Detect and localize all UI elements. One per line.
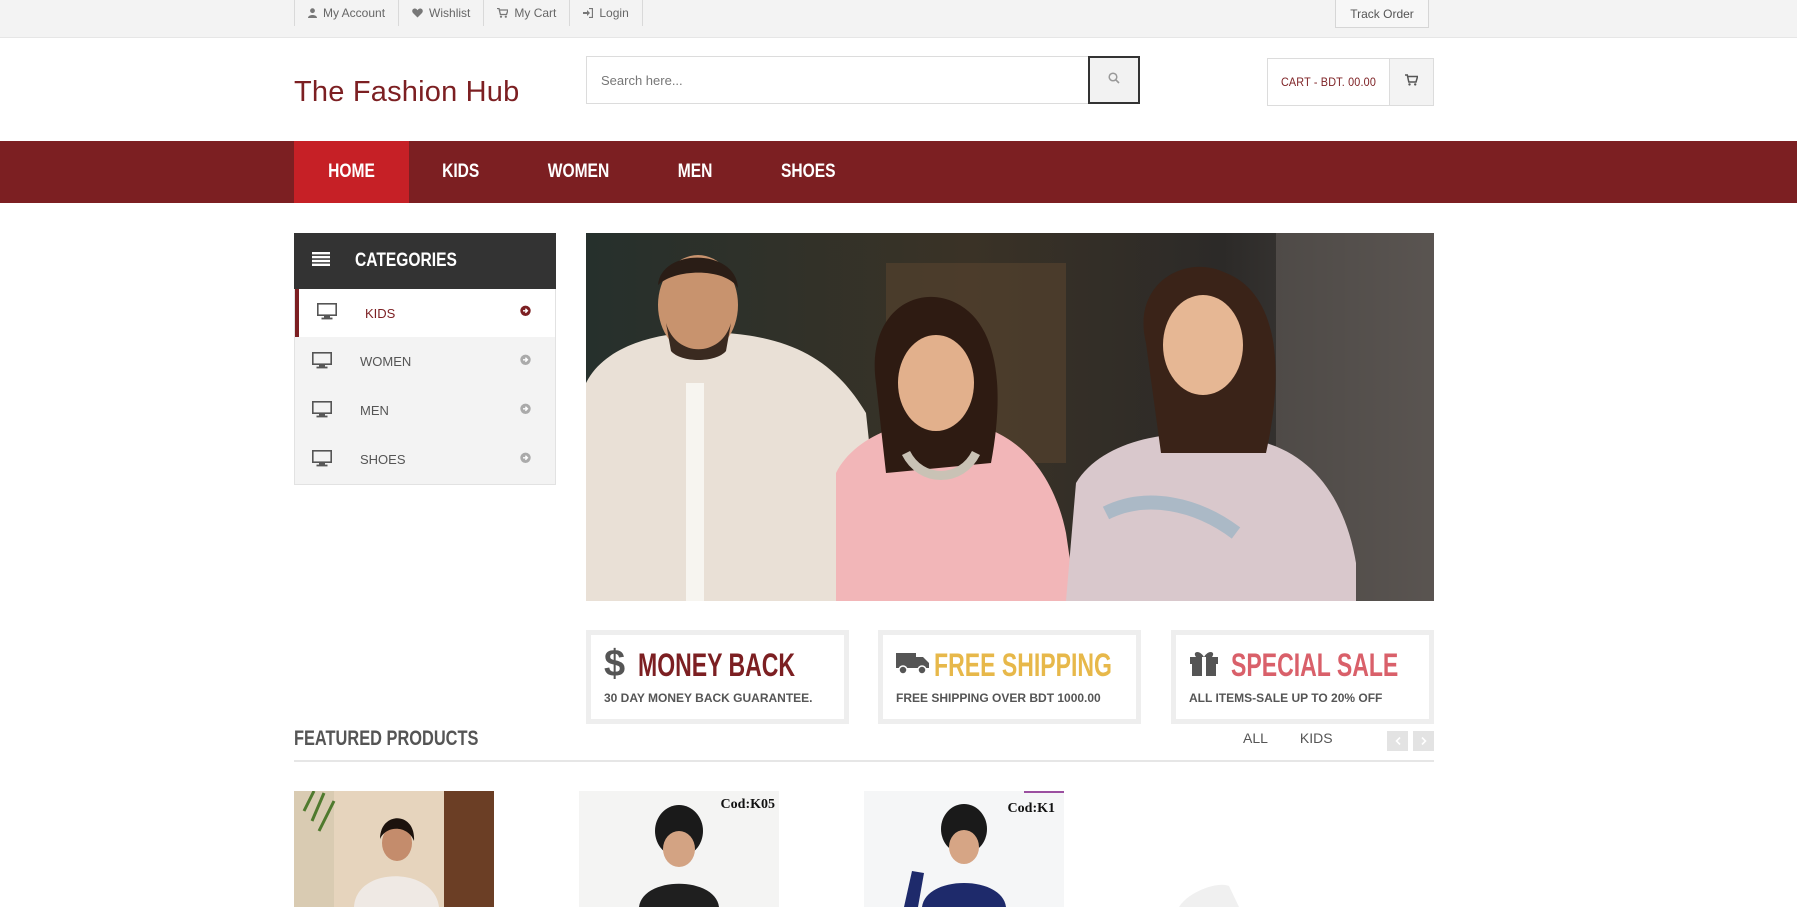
wishlist-link[interactable]: Wishlist	[398, 0, 483, 26]
feature-box-free-shipping: FREE SHIPPING FREE SHIPPING OVER BDT 100…	[878, 630, 1141, 724]
product-image	[294, 791, 494, 907]
category-label-women: WOMEN	[360, 354, 412, 369]
category-label-shoes: SHOES	[360, 452, 406, 467]
cart-button[interactable]	[1389, 59, 1433, 105]
arrow-circle-right-icon	[520, 402, 531, 417]
categories-title: CATEGORIES	[355, 250, 457, 271]
category-label-kids: KIDS	[365, 305, 396, 321]
login-label: Login	[599, 6, 629, 20]
user-icon	[308, 8, 317, 18]
feature-title-free-shipping: FREE SHIPPING	[934, 646, 1112, 683]
nav-kids[interactable]: KIDS	[409, 141, 512, 203]
nav-kids-label: KIDS	[442, 161, 480, 182]
category-item-kids[interactable]: KIDS	[295, 289, 555, 337]
search-bar	[586, 56, 1140, 104]
arrow-circle-right-icon	[520, 353, 531, 368]
product-card[interactable]: Cod:K05	[579, 791, 779, 907]
feature-box-money-back: $ MONEY BACK 30 DAY MONEY BACK GUARANTEE…	[586, 630, 849, 724]
hero-banner-image[interactable]	[586, 233, 1434, 601]
top-bar: My Account Wishlist My Cart Login Track …	[0, 0, 1797, 38]
nav-men[interactable]: MEN	[645, 141, 745, 203]
my-cart-label: My Cart	[514, 6, 557, 20]
monitor-icon	[312, 400, 332, 421]
search-input[interactable]	[586, 56, 1088, 104]
monitor-icon	[312, 351, 332, 372]
nav-women-label: WOMEN	[548, 161, 610, 182]
category-item-shoes[interactable]: SHOES	[295, 435, 555, 484]
monitor-icon	[312, 449, 332, 470]
svg-text:$: $	[604, 645, 625, 681]
carousel-controls	[1387, 731, 1434, 751]
carousel-next-button[interactable]	[1413, 731, 1434, 751]
feature-subtitle-money-back: 30 DAY MONEY BACK GUARANTEE.	[604, 691, 813, 705]
chevron-left-icon	[1394, 732, 1401, 750]
category-item-men[interactable]: MEN	[295, 386, 555, 435]
chevron-right-icon	[1420, 732, 1427, 750]
feature-box-special-sale: SPECIAL SALE ALL ITEMS-SALE UP TO 20% OF…	[1171, 630, 1434, 724]
nav-men-label: MEN	[678, 161, 713, 182]
my-cart-link[interactable]: My Cart	[483, 0, 569, 26]
wishlist-label: Wishlist	[429, 6, 471, 20]
product-card[interactable]	[294, 791, 494, 907]
categories-sidebar: CATEGORIES KIDS WOMEN MEN SHOES	[294, 233, 556, 485]
product-card[interactable]: Cod:K1	[864, 791, 1064, 907]
carousel-prev-button[interactable]	[1387, 731, 1408, 751]
arrow-circle-right-icon	[520, 451, 531, 466]
featured-products-heading: FEATURED PRODUCTS	[294, 727, 530, 751]
menu-icon	[312, 251, 330, 271]
feature-subtitle-free-shipping: FREE SHIPPING OVER BDT 1000.00	[896, 691, 1101, 705]
cart-summary[interactable]: CART - BDT. 00.00	[1267, 58, 1434, 106]
nav-home-label: HOME	[328, 161, 375, 182]
featured-tabs: ALL KIDS	[1243, 730, 1333, 746]
dollar-icon: $	[604, 643, 626, 686]
track-order-button[interactable]: Track Order	[1335, 0, 1429, 28]
feature-subtitle-special-sale: ALL ITEMS-SALE UP TO 20% OFF	[1189, 691, 1383, 705]
feature-title-money-back: MONEY BACK	[638, 646, 796, 683]
truck-icon	[896, 650, 930, 681]
shopping-cart-icon	[1405, 73, 1419, 91]
search-button[interactable]	[1088, 56, 1140, 104]
featured-products-title: FEATURED PRODUCTS	[294, 727, 479, 750]
tab-all[interactable]: ALL	[1243, 730, 1268, 746]
account-links: My Account Wishlist My Cart Login	[294, 0, 643, 26]
feature-title-special-sale: SPECIAL SALE	[1231, 646, 1399, 683]
nav-shoes[interactable]: SHOES	[746, 141, 871, 203]
category-label-men: MEN	[360, 403, 389, 418]
monitor-icon	[317, 303, 337, 323]
gift-icon	[1189, 649, 1219, 682]
nav-women[interactable]: WOMEN	[512, 141, 645, 203]
featured-divider	[294, 760, 1434, 762]
site-logo[interactable]: The Fashion Hub	[294, 76, 519, 109]
cart-icon	[497, 8, 509, 18]
category-item-women[interactable]: WOMEN	[295, 337, 555, 386]
tab-kids[interactable]: KIDS	[1300, 730, 1333, 746]
categories-header[interactable]: CATEGORIES	[294, 233, 556, 289]
search-icon	[1108, 71, 1120, 89]
cart-total: CART - BDT. 00.00	[1280, 75, 1377, 89]
arrow-circle-right-icon	[520, 304, 531, 319]
product-code: Cod:K05	[720, 797, 775, 812]
product-card-loading	[1149, 791, 1309, 907]
main-nav: HOME KIDS WOMEN MEN SHOES	[0, 141, 1797, 203]
product-image-placeholder	[1179, 884, 1239, 907]
nav-shoes-label: SHOES	[780, 161, 836, 182]
login-link[interactable]: Login	[569, 0, 643, 26]
nav-home[interactable]: HOME	[294, 141, 409, 203]
product-code: Cod:K1	[1007, 801, 1055, 816]
heart-icon	[412, 8, 423, 18]
login-icon	[583, 8, 594, 18]
my-account-label: My Account	[323, 6, 386, 20]
my-account-link[interactable]: My Account	[294, 0, 398, 26]
